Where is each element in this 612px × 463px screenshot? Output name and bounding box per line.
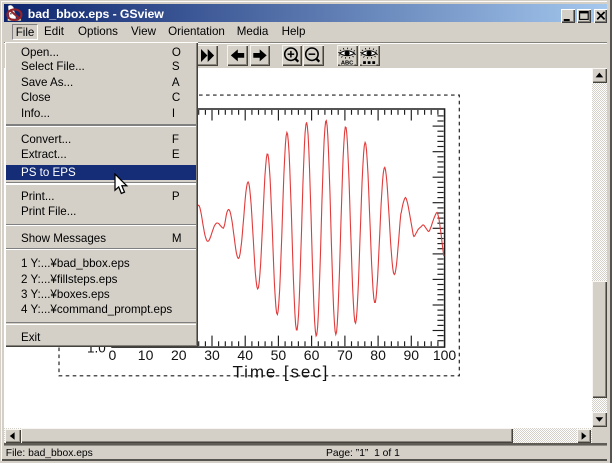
svg-text:Time [sec]: Time [sec] [233,362,330,381]
svg-text:0: 0 [109,346,117,362]
svg-text:80: 80 [370,346,386,362]
svg-text:50: 50 [271,346,287,362]
svg-text:100: 100 [433,346,457,362]
svg-text:20: 20 [171,346,187,362]
svg-text:10: 10 [138,346,154,362]
svg-text:30: 30 [204,346,220,362]
svg-text:40: 40 [237,346,253,362]
svg-text:60: 60 [304,346,320,362]
svg-text:70: 70 [337,346,353,362]
svg-text:ABC: ABC [341,60,354,66]
svg-text:90: 90 [404,346,420,362]
